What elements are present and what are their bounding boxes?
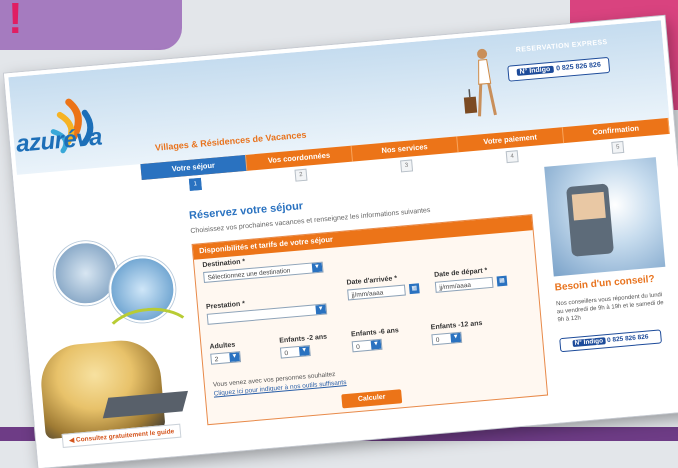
departure-date-input[interactable]: jj/mm/aaaa — [434, 276, 494, 293]
phone-number: 0 825 826 826 — [606, 333, 649, 345]
children-under2-label: Enfants -2 ans — [279, 333, 328, 345]
children-under12-label: Enfants -12 ans — [430, 319, 483, 332]
phone-screen-shape — [571, 191, 606, 221]
adults-select[interactable]: 2 ▼ — [210, 351, 242, 365]
indigo-label: N° Indigo — [572, 337, 606, 348]
children-under12-select[interactable]: 0 ▼ — [431, 331, 463, 346]
arrival-date-input[interactable]: jj/mm/aaaa — [347, 284, 406, 301]
chevron-down-icon: ▼ — [229, 352, 240, 363]
traveler-illustration — [463, 48, 497, 117]
chevron-down-icon: ▼ — [311, 262, 323, 273]
calendar-icon[interactable]: ▦ — [496, 275, 508, 287]
calendar-icon[interactable]: ▦ — [408, 283, 420, 295]
advice-sidebar: Besoin d'un conseil? Nos conseillers vou… — [538, 157, 678, 407]
adults-label: Adultes — [209, 341, 236, 351]
prestation-label: Prestation * — [205, 300, 246, 311]
availability-form: Disponibilités et tarifs de votre séjour… — [191, 214, 549, 426]
purple-tab-decoration — [0, 0, 182, 50]
website-screenshot-card: RESERVATION EXPRESS N° Indigo 0 825 826 8… — [4, 15, 678, 468]
form-panel-title: Disponibilités et tarifs de votre séjour — [192, 215, 533, 260]
phone-number: 0 825 826 826 — [555, 61, 602, 73]
woman-photo — [38, 337, 166, 440]
calculate-button[interactable]: Calculer — [341, 389, 403, 409]
chevron-down-icon: ▼ — [370, 339, 382, 350]
advice-title: Besoin d'un conseil? — [554, 273, 656, 294]
advice-text: Nos conseillers vous répondent du lundi … — [555, 292, 664, 324]
left-promo-visual — [20, 194, 205, 447]
advice-phone-badge: N° Indigo 0 825 826 826 — [559, 329, 663, 353]
children-under2-select[interactable]: 0 ▼ — [279, 345, 311, 359]
chevron-down-icon: ▼ — [450, 332, 462, 343]
destination-label: Destination * — [202, 258, 246, 270]
children-under6-select[interactable]: 0 ▼ — [351, 338, 383, 353]
chevron-down-icon: ▼ — [315, 304, 327, 315]
chevron-down-icon: ▼ — [298, 346, 310, 356]
indigo-label: N° Indigo — [516, 65, 554, 76]
children-under6-label: Enfants -6 ans — [350, 327, 400, 339]
exclamation-icon: ! — [8, 0, 23, 43]
